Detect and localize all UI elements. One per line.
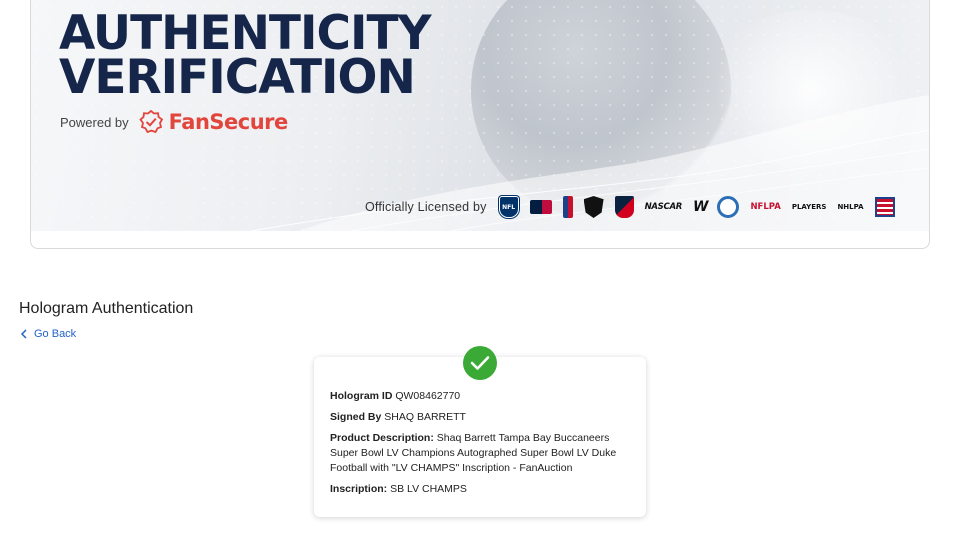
mlb-logo-icon xyxy=(529,200,552,214)
hologram-id-row: Hologram ID QW08462770 xyxy=(330,389,630,404)
nba-logo-icon xyxy=(562,196,573,218)
nflpa-logo-icon: NFLPA xyxy=(750,202,781,212)
licensed-by-row: Officially Licensed by NFL NASCAR W NFLP… xyxy=(365,196,906,218)
nhl-logo-icon xyxy=(583,196,604,218)
signed-by-label: Signed By xyxy=(330,411,382,423)
hologram-id-value: QW08462770 xyxy=(395,390,461,402)
product-description-row: Product Description: Shaq Barrett Tampa … xyxy=(330,431,630,476)
nascar-logo-icon: NASCAR xyxy=(644,202,683,212)
powered-by: Powered by FanSecure xyxy=(60,110,288,134)
players-logo-icon: PLAYERS xyxy=(791,203,827,211)
product-description-label: Product Description: xyxy=(330,432,434,444)
inscription-row: Inscription: SB LV CHAMPS xyxy=(330,482,630,497)
fansecure-brand-name: FanSecure xyxy=(168,110,289,134)
powered-by-label: Powered by xyxy=(60,114,129,130)
hall-of-fame-logo-icon xyxy=(874,197,895,217)
verified-check-icon xyxy=(463,346,497,380)
inscription-value: SB LV CHAMPS xyxy=(390,483,467,495)
header-banner-frame: AUTHENTICITY VERIFICATION Powered by Fan… xyxy=(30,0,930,249)
hologram-id-label: Hologram ID xyxy=(330,390,393,402)
mls-logo-icon xyxy=(614,196,634,218)
signed-by-value: SHAQ BARRETT xyxy=(384,411,466,423)
banner-title-line-2: VERIFICATION xyxy=(59,50,416,105)
page-title: Hologram Authentication xyxy=(19,300,194,317)
signed-by-row: Signed By SHAQ BARRETT xyxy=(330,410,630,425)
fansecure-badge-icon xyxy=(138,110,163,134)
wwe-logo-icon: W xyxy=(692,199,709,215)
go-back-link[interactable]: Go Back xyxy=(20,328,76,340)
chevron-left-icon xyxy=(20,329,27,339)
checkmark-icon xyxy=(470,356,490,370)
header-banner: AUTHENTICITY VERIFICATION Powered by Fan… xyxy=(31,0,929,231)
go-back-label: Go Back xyxy=(34,328,77,340)
usa-hockey-logo-icon xyxy=(717,196,740,218)
nhlpa-logo-icon: NHLPA xyxy=(837,202,864,211)
inscription-label: Inscription: xyxy=(330,483,388,495)
licensed-by-label: Officially Licensed by xyxy=(365,200,487,214)
nfl-logo-icon: NFL xyxy=(498,196,519,218)
authentication-result-card: Hologram ID QW08462770 Signed By SHAQ BA… xyxy=(314,357,646,517)
banner-title: AUTHENTICITY VERIFICATION xyxy=(59,10,432,105)
